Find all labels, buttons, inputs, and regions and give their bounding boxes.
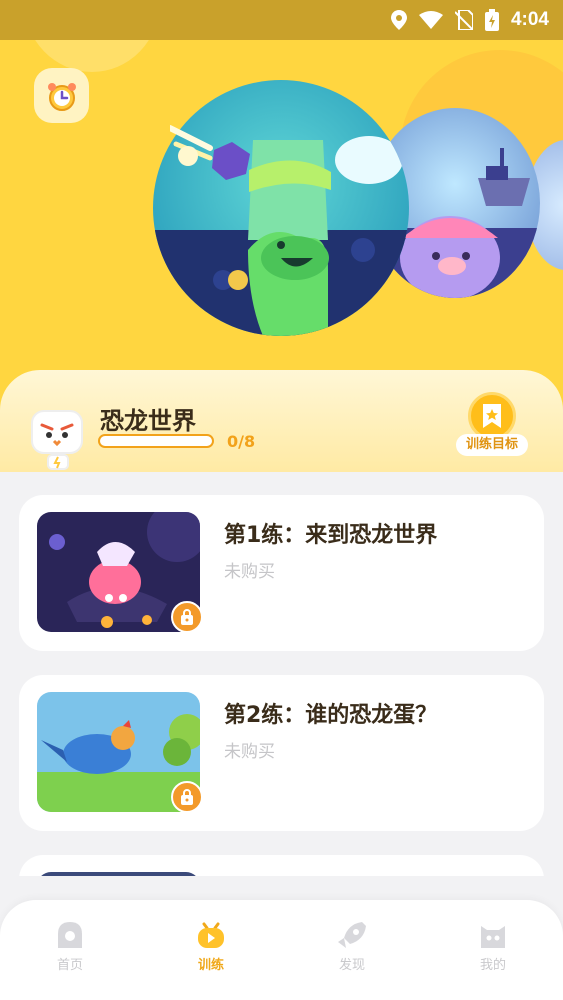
training-goal-button[interactable]: 训练目标 [456, 390, 528, 462]
meteor-decoration [170, 125, 250, 180]
tab-profile[interactable]: 我的 [453, 920, 533, 973]
course-progress-text: 0/8 [227, 432, 256, 451]
bottom-tab-bar: 首页 训练 发现 我的 [0, 900, 563, 1000]
tab-label: 首页 [56, 958, 83, 973]
course-progress-bar [98, 434, 214, 448]
home-icon [58, 922, 82, 948]
lesson-status: 未购买 [224, 562, 275, 582]
location-icon [390, 10, 407, 30]
no-sim-icon [454, 10, 473, 30]
lesson-status: 未购买 [224, 742, 275, 762]
goal-badge-icon [468, 392, 516, 440]
profile-icon [481, 926, 505, 948]
training-goal-label: 训练目标 [456, 434, 528, 456]
lesson-card-2[interactable]: 第2练：谁的恐龙蛋？ 未购买 [19, 675, 544, 831]
status-bar: 4:04 [0, 0, 563, 40]
tab-label: 我的 [479, 958, 506, 973]
alarm-clock-icon [47, 82, 76, 111]
lesson-card-1[interactable]: 第1练：来到恐龙世界 未购买 [19, 495, 544, 651]
rocket-icon [338, 922, 366, 948]
tab-home[interactable]: 首页 [30, 920, 110, 973]
lock-icon [171, 781, 203, 813]
wifi-icon [418, 11, 443, 29]
lesson-title: 第1练：来到恐龙世界 [224, 523, 438, 548]
lesson-card-3[interactable] [19, 855, 544, 876]
lesson-title: 第2练：谁的恐龙蛋？ [224, 703, 438, 728]
alarm-button[interactable] [34, 68, 89, 123]
robot-mascot-icon [31, 410, 83, 470]
lock-icon [171, 601, 203, 633]
tab-discover[interactable]: 发现 [312, 920, 392, 973]
course-title: 恐龙世界 [100, 407, 196, 435]
tab-training[interactable]: 训练 [171, 920, 251, 973]
lesson-thumbnail [37, 872, 200, 876]
tab-label: 发现 [338, 958, 365, 973]
battery-charging-icon [484, 9, 499, 31]
tab-label: 训练 [197, 958, 224, 973]
lesson-list[interactable]: 第1练：来到恐龙世界 未购买 第2练：谁的恐龙蛋？ 未购买 [0, 472, 563, 876]
status-time: 4:04 [510, 9, 549, 30]
training-icon [198, 922, 224, 948]
